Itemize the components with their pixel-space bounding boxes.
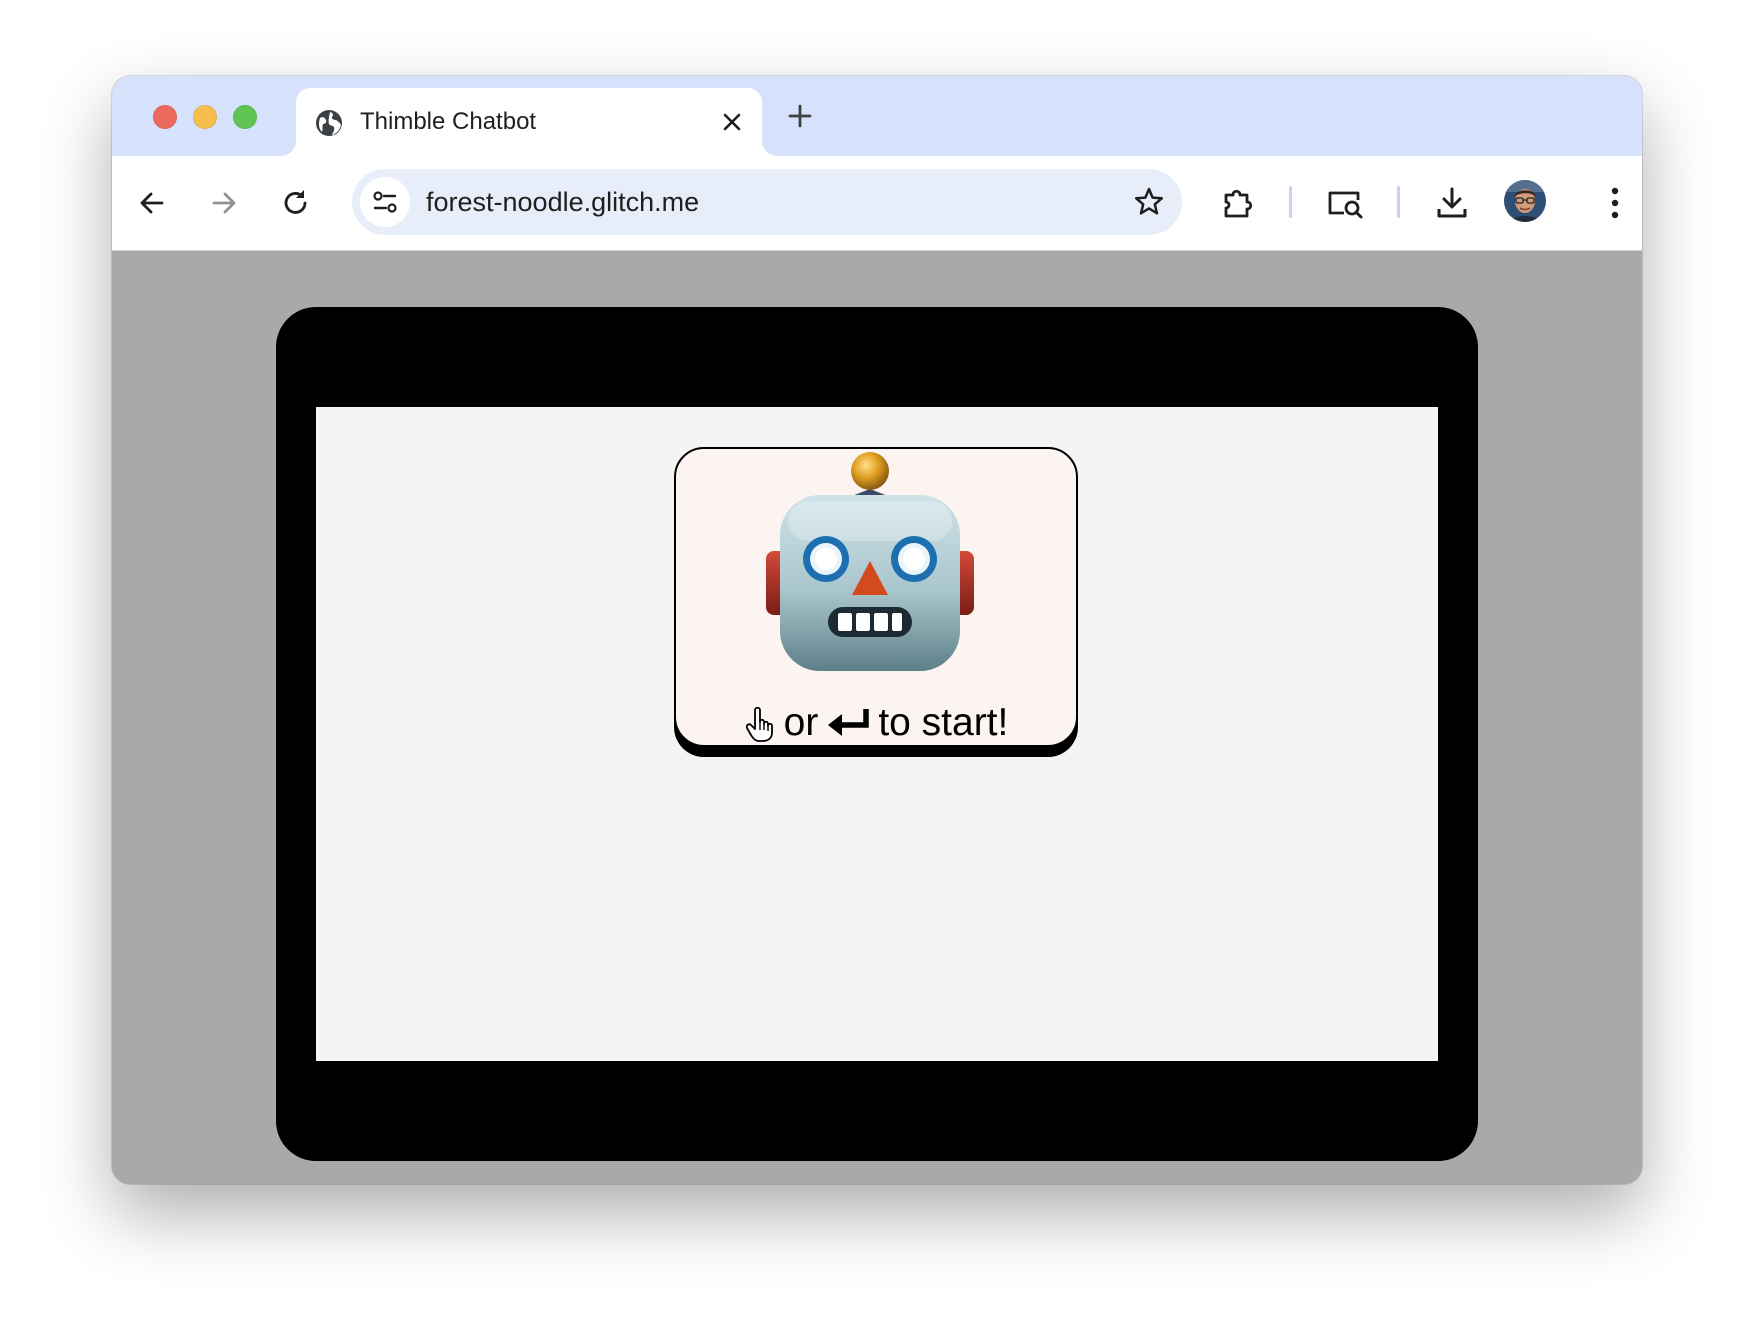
address-bar[interactable]: forest-noodle.glitch.me bbox=[352, 169, 1182, 235]
forward-icon[interactable] bbox=[206, 185, 242, 221]
back-icon[interactable] bbox=[134, 185, 170, 221]
new-tab-icon[interactable] bbox=[786, 102, 814, 130]
site-info-button[interactable] bbox=[360, 177, 410, 227]
toolbar-separator bbox=[1289, 186, 1292, 218]
reload-icon[interactable] bbox=[278, 185, 314, 221]
robot-face-emoji bbox=[766, 452, 974, 671]
browser-window: Thimble Chatbot forest-noodle.glitch.me … bbox=[112, 76, 1642, 1184]
profile-avatar-image bbox=[1504, 180, 1546, 222]
bookmark-star-icon[interactable] bbox=[1132, 185, 1166, 219]
app-screen: or to start! bbox=[316, 407, 1438, 1061]
tab-strip: Thimble Chatbot bbox=[112, 76, 1642, 156]
extensions-icon[interactable] bbox=[1218, 183, 1258, 223]
device-frame: or to start! bbox=[276, 307, 1478, 1161]
tab-title: Thimble Chatbot bbox=[360, 108, 537, 135]
page-viewport: or to start! bbox=[112, 251, 1642, 1184]
window-maximize-button[interactable] bbox=[233, 105, 257, 129]
tab-thimble-chatbot[interactable]: Thimble Chatbot bbox=[280, 88, 778, 156]
window-close-button[interactable] bbox=[153, 105, 177, 129]
start-instructions: or to start! bbox=[676, 703, 1076, 743]
menu-kebab-icon[interactable] bbox=[1606, 183, 1624, 223]
globe-icon bbox=[316, 110, 342, 136]
window-minimize-button[interactable] bbox=[193, 105, 217, 129]
url-text[interactable]: forest-noodle.glitch.me bbox=[426, 186, 699, 218]
start-text-or: or bbox=[783, 701, 819, 744]
pointing-hand-cursor-icon bbox=[745, 706, 773, 742]
download-icon[interactable] bbox=[1432, 183, 1472, 223]
toolbar-separator bbox=[1397, 186, 1400, 218]
start-text: to start! bbox=[878, 701, 1009, 744]
start-button[interactable]: or to start! bbox=[674, 447, 1078, 747]
lens-search-icon[interactable] bbox=[1324, 183, 1366, 223]
browser-toolbar: forest-noodle.glitch.me bbox=[112, 156, 1642, 251]
profile-avatar[interactable] bbox=[1504, 180, 1546, 222]
close-tab-icon[interactable] bbox=[720, 110, 744, 134]
site-info-icon bbox=[373, 191, 397, 213]
return-key-icon bbox=[828, 709, 870, 736]
